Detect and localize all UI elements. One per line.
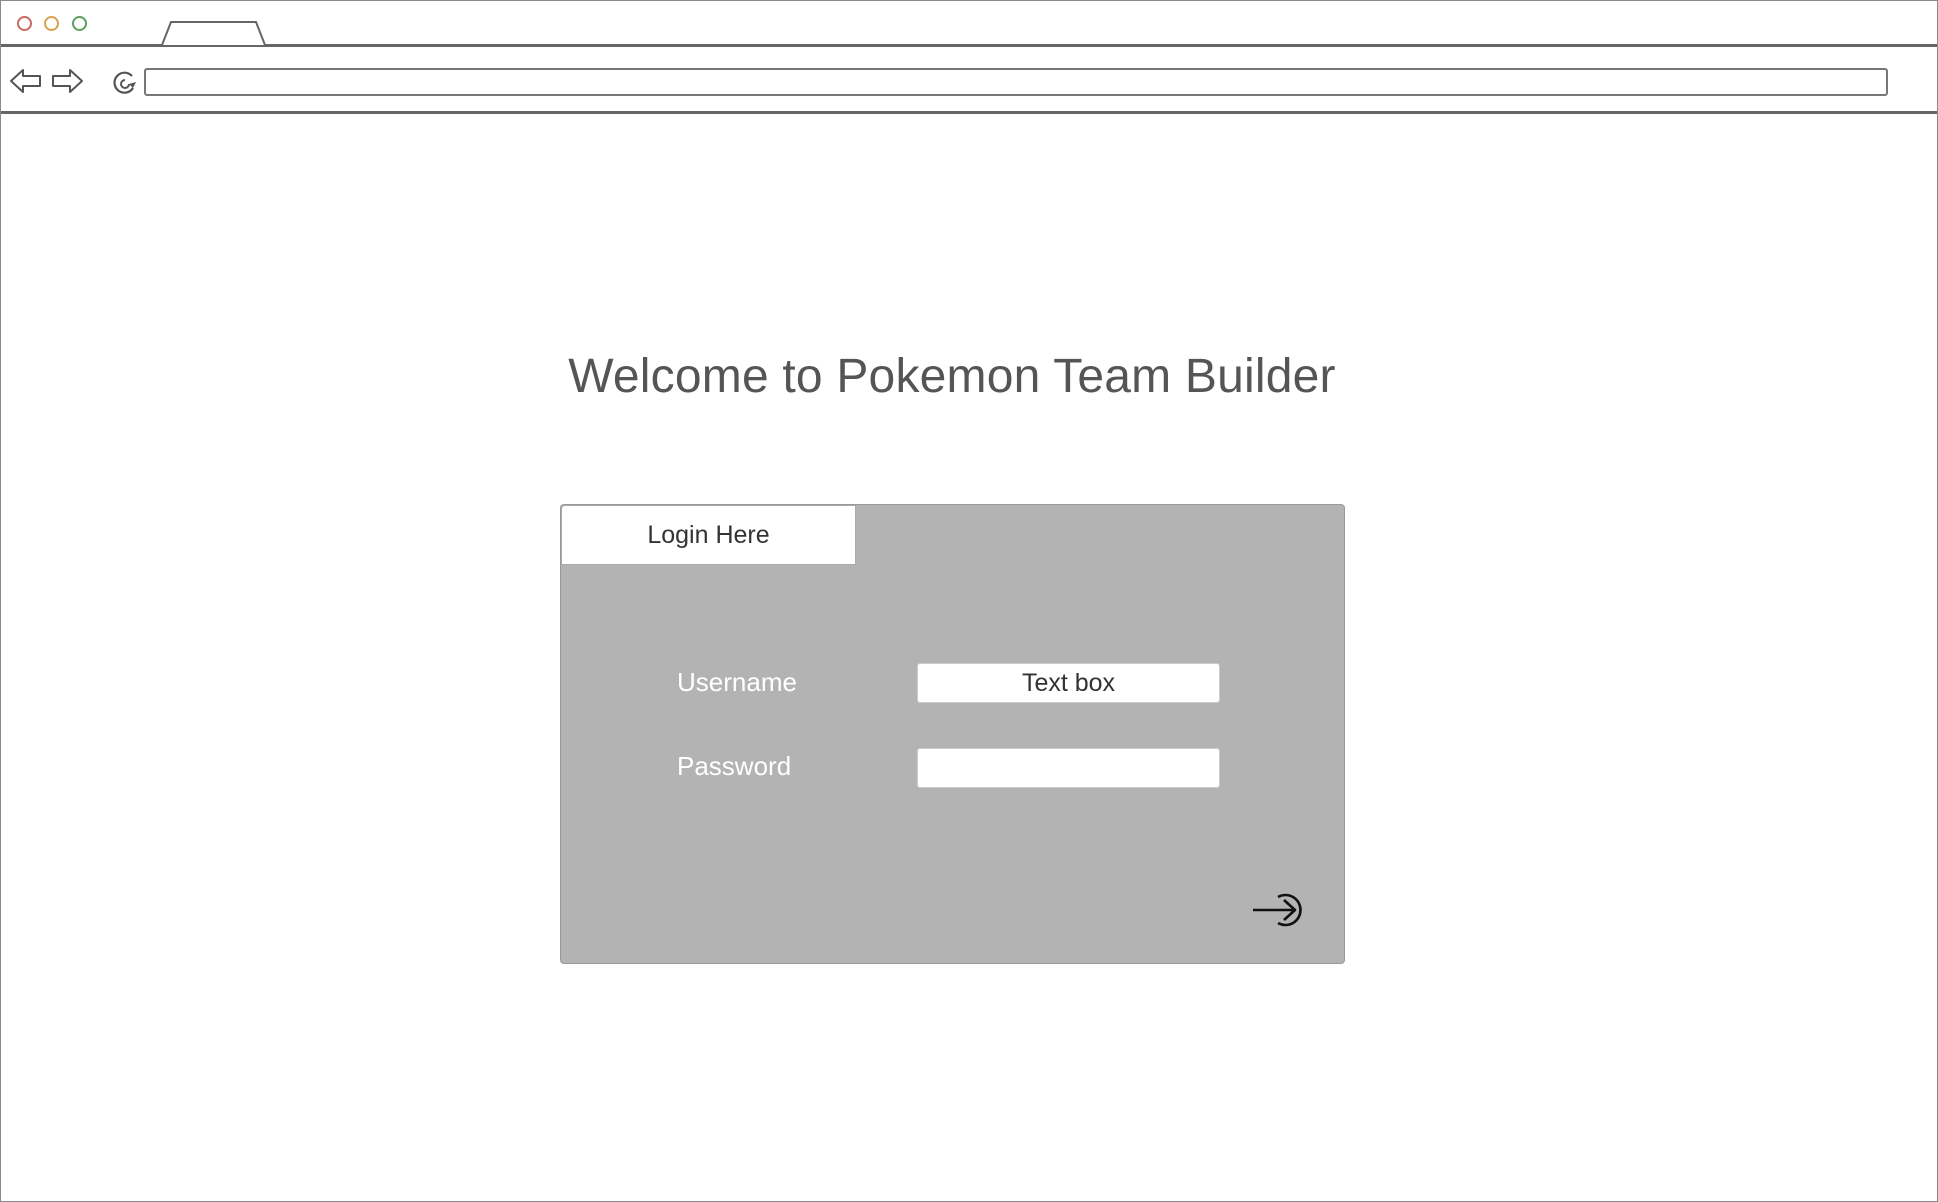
window-minimize-dot[interactable] xyxy=(44,16,59,31)
password-input[interactable] xyxy=(917,748,1220,788)
login-arrow-icon[interactable] xyxy=(1251,890,1307,930)
password-label: Password xyxy=(677,751,792,781)
page-title: Welcome to Pokemon Team Builder xyxy=(568,350,1336,403)
username-input[interactable]: Text box xyxy=(917,663,1220,703)
browser-tab-strip xyxy=(1,1,1937,47)
window-maximize-dot[interactable] xyxy=(72,16,87,31)
back-arrow-icon[interactable] xyxy=(9,67,43,95)
browser-nav-bar xyxy=(1,47,1937,114)
browser-tab[interactable] xyxy=(161,20,266,46)
browser-window: Welcome to Pokemon Team Builder Login He… xyxy=(0,0,1938,1202)
login-tab[interactable]: Login Here xyxy=(561,505,856,565)
window-close-dot[interactable] xyxy=(17,16,32,31)
forward-arrow-icon[interactable] xyxy=(50,67,84,95)
login-panel: Login Here Username Text box Password xyxy=(560,504,1345,964)
reload-icon[interactable] xyxy=(109,68,139,98)
username-label: Username xyxy=(677,667,797,697)
address-bar[interactable] xyxy=(144,68,1888,96)
